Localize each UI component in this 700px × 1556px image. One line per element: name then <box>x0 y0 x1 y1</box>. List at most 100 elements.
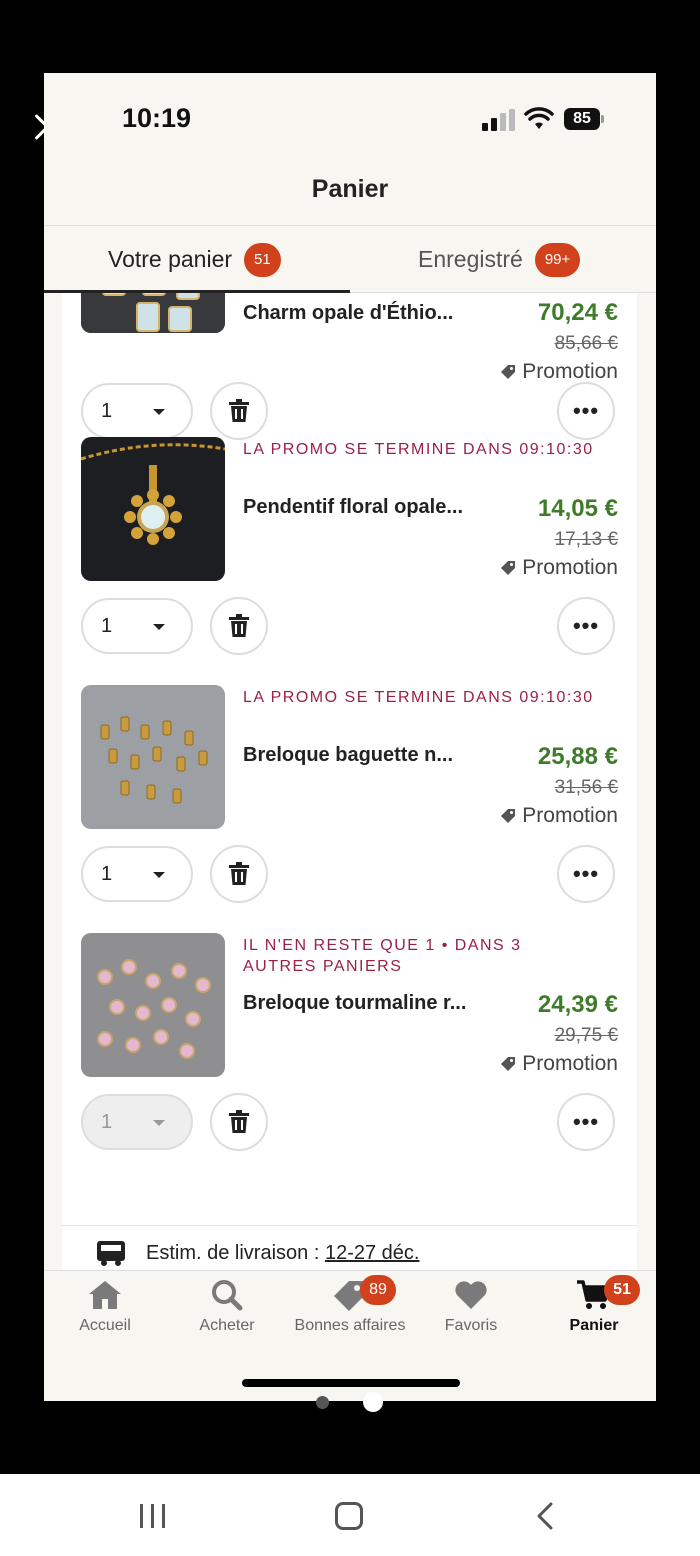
quantity-value: 1 <box>101 1110 113 1133</box>
promotion-label: Promotion <box>500 1052 618 1076</box>
chevron-down-icon <box>153 872 165 878</box>
quantity-value: 1 <box>101 614 113 637</box>
chevron-down-icon <box>153 409 165 415</box>
original-price: 17,13 € <box>554 529 618 550</box>
quantity-value: 1 <box>101 862 113 885</box>
delivery-text: Estim. de livraison : 12-27 déc. <box>146 1242 419 1265</box>
tag-icon <box>501 561 516 575</box>
remove-item-button[interactable] <box>210 1093 268 1151</box>
page-title: Panier <box>311 175 389 203</box>
home-icon <box>89 1281 121 1309</box>
page-dot[interactable] <box>316 1396 329 1409</box>
tab-votre-panier[interactable]: Votre panier 51 <box>108 226 281 293</box>
deals-count-badge: 89 <box>360 1275 396 1305</box>
nav-label: Acheter <box>199 1317 255 1334</box>
product-name[interactable]: Breloque tourmaline r... <box>243 992 466 1015</box>
chevron-down-icon <box>153 1120 165 1126</box>
quantity-select[interactable]: 1 <box>81 598 193 654</box>
delivery-dates[interactable]: 12-27 déc. <box>325 1242 420 1264</box>
tab-label: Votre panier <box>108 246 233 272</box>
trash-icon <box>229 1110 249 1133</box>
product-price: 70,24 € <box>537 299 618 326</box>
more-options-button[interactable]: ••• <box>557 597 615 655</box>
status-bar: 10:19 85 <box>44 73 656 163</box>
nav-label: Bonnes affaires <box>294 1317 406 1334</box>
cart-item-list[interactable]: Charm opale d'Éthio... 70,24 € 85,66 € P… <box>62 293 637 1270</box>
trash-icon <box>229 399 249 422</box>
quantity-select[interactable]: 1 <box>81 1094 193 1150</box>
promotion-text: Promotion <box>522 1052 618 1075</box>
product-image[interactable] <box>81 933 225 1077</box>
android-nav-bar <box>0 1474 700 1556</box>
phone-screen: 10:19 85 Panier Votre panier 51 Enregist… <box>44 73 656 1401</box>
nav-label: Favoris <box>444 1317 498 1334</box>
product-price: 14,05 € <box>537 495 618 522</box>
chevron-down-icon <box>153 624 165 630</box>
status-time: 10:19 <box>122 103 192 133</box>
tag-icon <box>501 1057 516 1071</box>
product-image[interactable] <box>81 437 225 581</box>
signal-icon <box>482 109 516 131</box>
tab-count-badge: 99+ <box>534 242 581 277</box>
cart-count-badge: 51 <box>604 1275 640 1305</box>
nav-bonnes-affaires[interactable]: Bonnes affaires 89 <box>290 1275 410 1335</box>
tab-label: Enregistré <box>418 246 523 272</box>
cart-item: LA PROMO SE TERMINE DANS 09:10:30 Penden… <box>62 437 637 687</box>
cart-item: IL N'EN RESTE QUE 1 • DANS 3 AUTRES PANI… <box>62 933 637 1183</box>
home-button-icon[interactable] <box>335 1502 363 1530</box>
quantity-select[interactable]: 1 <box>81 846 193 902</box>
product-name[interactable]: Pendentif floral opale... <box>243 496 463 519</box>
nav-accueil[interactable]: Accueil <box>45 1279 165 1335</box>
delivery-divider <box>62 1225 637 1226</box>
tab-count-badge: 51 <box>244 242 281 277</box>
cart-tabs: Votre panier 51 Enregistré 99+ <box>44 226 656 293</box>
original-price: 85,66 € <box>554 333 618 354</box>
original-price: 29,75 € <box>554 1025 618 1046</box>
product-image[interactable] <box>81 685 225 829</box>
truck-icon <box>97 1241 125 1266</box>
promotion-label: Promotion <box>500 556 618 580</box>
product-name[interactable]: Breloque baguette n... <box>243 744 453 767</box>
promo-countdown: LA PROMO SE TERMINE DANS 09:10:30 <box>243 441 594 458</box>
low-stock-notice: IL N'EN RESTE QUE 1 • DANS 3 AUTRES PANI… <box>243 937 522 975</box>
trash-icon <box>229 614 249 637</box>
wifi-icon <box>524 107 554 129</box>
quantity-value: 1 <box>101 399 113 422</box>
cart-item: LA PROMO SE TERMINE DANS 09:10:30 Breloq… <box>62 685 637 935</box>
cart-item: Charm opale d'Éthio... 70,24 € 85,66 € P… <box>62 293 637 440</box>
more-options-button[interactable]: ••• <box>557 382 615 440</box>
promo-countdown: LA PROMO SE TERMINE DANS 09:10:30 <box>243 689 594 706</box>
home-indicator[interactable] <box>242 1379 460 1387</box>
back-icon[interactable] <box>536 1502 554 1530</box>
battery-tip <box>601 115 604 123</box>
product-price: 24,39 € <box>537 991 618 1018</box>
promotion-text: Promotion <box>522 804 618 827</box>
heart-icon <box>455 1281 487 1309</box>
battery-icon: 85 <box>564 108 600 130</box>
tag-icon <box>501 809 516 823</box>
remove-item-button[interactable] <box>210 597 268 655</box>
nav-favoris[interactable]: Favoris <box>411 1279 531 1335</box>
page-dot-active[interactable] <box>363 1392 383 1412</box>
product-price: 25,88 € <box>537 743 618 770</box>
page-dots <box>0 1392 700 1416</box>
product-name[interactable]: Charm opale d'Éthio... <box>243 302 453 325</box>
nav-label: Panier <box>569 1317 619 1334</box>
remove-item-button[interactable] <box>210 382 268 440</box>
recent-apps-icon[interactable] <box>140 1504 166 1528</box>
search-icon <box>212 1280 243 1311</box>
original-price: 31,56 € <box>554 777 618 798</box>
remove-item-button[interactable] <box>210 845 268 903</box>
more-options-button[interactable]: ••• <box>557 845 615 903</box>
trash-icon <box>229 862 249 885</box>
delivery-estimate: Estim. de livraison : 12-27 déc. <box>96 1239 419 1267</box>
promotion-text: Promotion <box>522 556 618 579</box>
tab-enregistre[interactable]: Enregistré 99+ <box>418 226 581 293</box>
more-options-button[interactable]: ••• <box>557 1093 615 1151</box>
product-image[interactable] <box>81 293 225 333</box>
quantity-select[interactable]: 1 <box>81 383 193 439</box>
nav-panier[interactable]: Panier 51 <box>534 1275 654 1335</box>
nav-acheter[interactable]: Acheter <box>167 1279 287 1335</box>
delivery-label: Estim. de livraison : <box>146 1241 325 1264</box>
promotion-label: Promotion <box>500 360 618 384</box>
